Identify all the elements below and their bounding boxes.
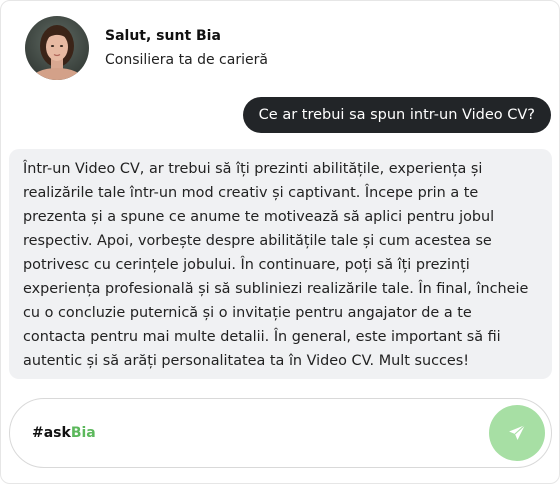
composer-hashtag-prefix: #ask <box>32 425 71 441</box>
woman-portrait-avatar-icon <box>25 16 89 80</box>
message-input[interactable]: #askBia <box>32 423 96 443</box>
user-message-bubble: Ce ar trebui sa spun intr-un Video CV? <box>242 97 551 133</box>
send-button[interactable] <box>489 405 545 461</box>
chat-widget: Salut, sunt Bia Consiliera ta de carieră… <box>0 0 560 484</box>
avatar <box>25 16 89 80</box>
composer-hashtag-brand: Bia <box>70 425 96 441</box>
message-composer[interactable]: #askBia <box>9 398 552 468</box>
assistant-message-bubble: Într-un Video CV, ar trebui să îți prezi… <box>9 149 552 379</box>
user-message-text: Ce ar trebui sa spun intr-un Video CV? <box>258 107 535 123</box>
chat-header: Salut, sunt Bia Consiliera ta de carieră <box>25 16 268 80</box>
assistant-message-text: Într-un Video CV, ar trebui să îți prezi… <box>23 161 529 369</box>
send-paper-plane-icon <box>509 424 526 440</box>
agent-role: Consiliera ta de carieră <box>105 52 268 68</box>
agent-name: Salut, sunt Bia <box>105 28 221 44</box>
